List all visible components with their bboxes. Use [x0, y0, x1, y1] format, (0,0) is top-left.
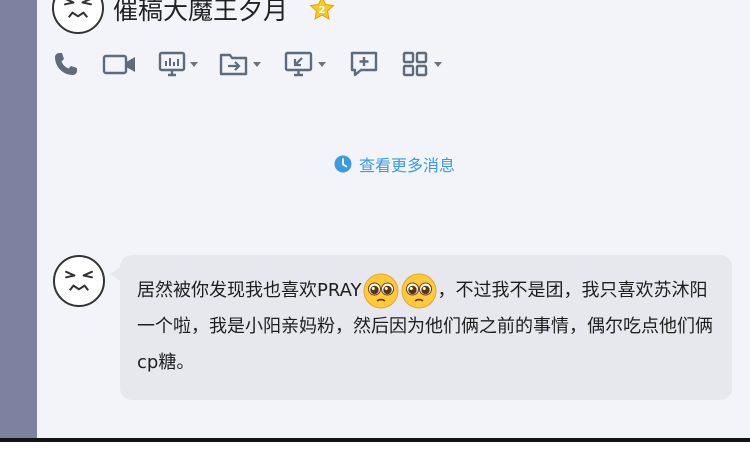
add-chat-icon: [350, 51, 378, 77]
create-group-chat-button[interactable]: [349, 44, 379, 84]
remote-desktop-icon: [284, 51, 313, 77]
angry-face-icon: [64, 0, 92, 18]
contact-avatar[interactable]: [52, 0, 104, 34]
video-camera-icon: [102, 54, 135, 75]
apps-button[interactable]: [402, 44, 442, 84]
video-call-button[interactable]: [102, 44, 138, 84]
vip-crown-icon[interactable]: 2: [309, 0, 335, 22]
send-file-button[interactable]: [219, 44, 261, 84]
view-more-label[interactable]: 查看更多消息: [359, 152, 455, 176]
message-text-part1: 居然被你发现我也喜欢PRAY: [137, 280, 362, 301]
chevron-down-icon: [318, 61, 326, 67]
chevron-down-icon: [253, 61, 261, 67]
svg-text:2: 2: [319, 5, 326, 16]
screen-share-button[interactable]: [158, 44, 198, 84]
remote-control-button[interactable]: [284, 44, 326, 84]
contact-name[interactable]: 催稿大魔王夕月: [113, 0, 288, 28]
folder-transfer-icon: [219, 53, 248, 76]
screen-share-icon: [158, 51, 186, 77]
apps-grid-icon: [402, 51, 428, 77]
pleading-face-emoji-icon: [363, 273, 399, 309]
phone-icon: [55, 53, 77, 75]
message-text: 居然被你发现我也喜欢PRAY ，不过我不是团，我只喜欢苏沐阳一个啦，我是小阳亲妈粉…: [137, 273, 717, 381]
page-background: [0, 442, 750, 469]
angry-face-icon: [65, 270, 93, 291]
voice-call-button[interactable]: [52, 44, 80, 84]
chevron-down-icon: [434, 61, 442, 67]
clock-icon: [334, 155, 352, 173]
pleading-face-emoji-icon: [401, 273, 437, 309]
chevron-down-icon: [190, 61, 198, 67]
sender-avatar[interactable]: [53, 255, 105, 307]
side-strip: [0, 0, 37, 438]
view-more-messages-link[interactable]: 查看更多消息: [334, 151, 455, 177]
